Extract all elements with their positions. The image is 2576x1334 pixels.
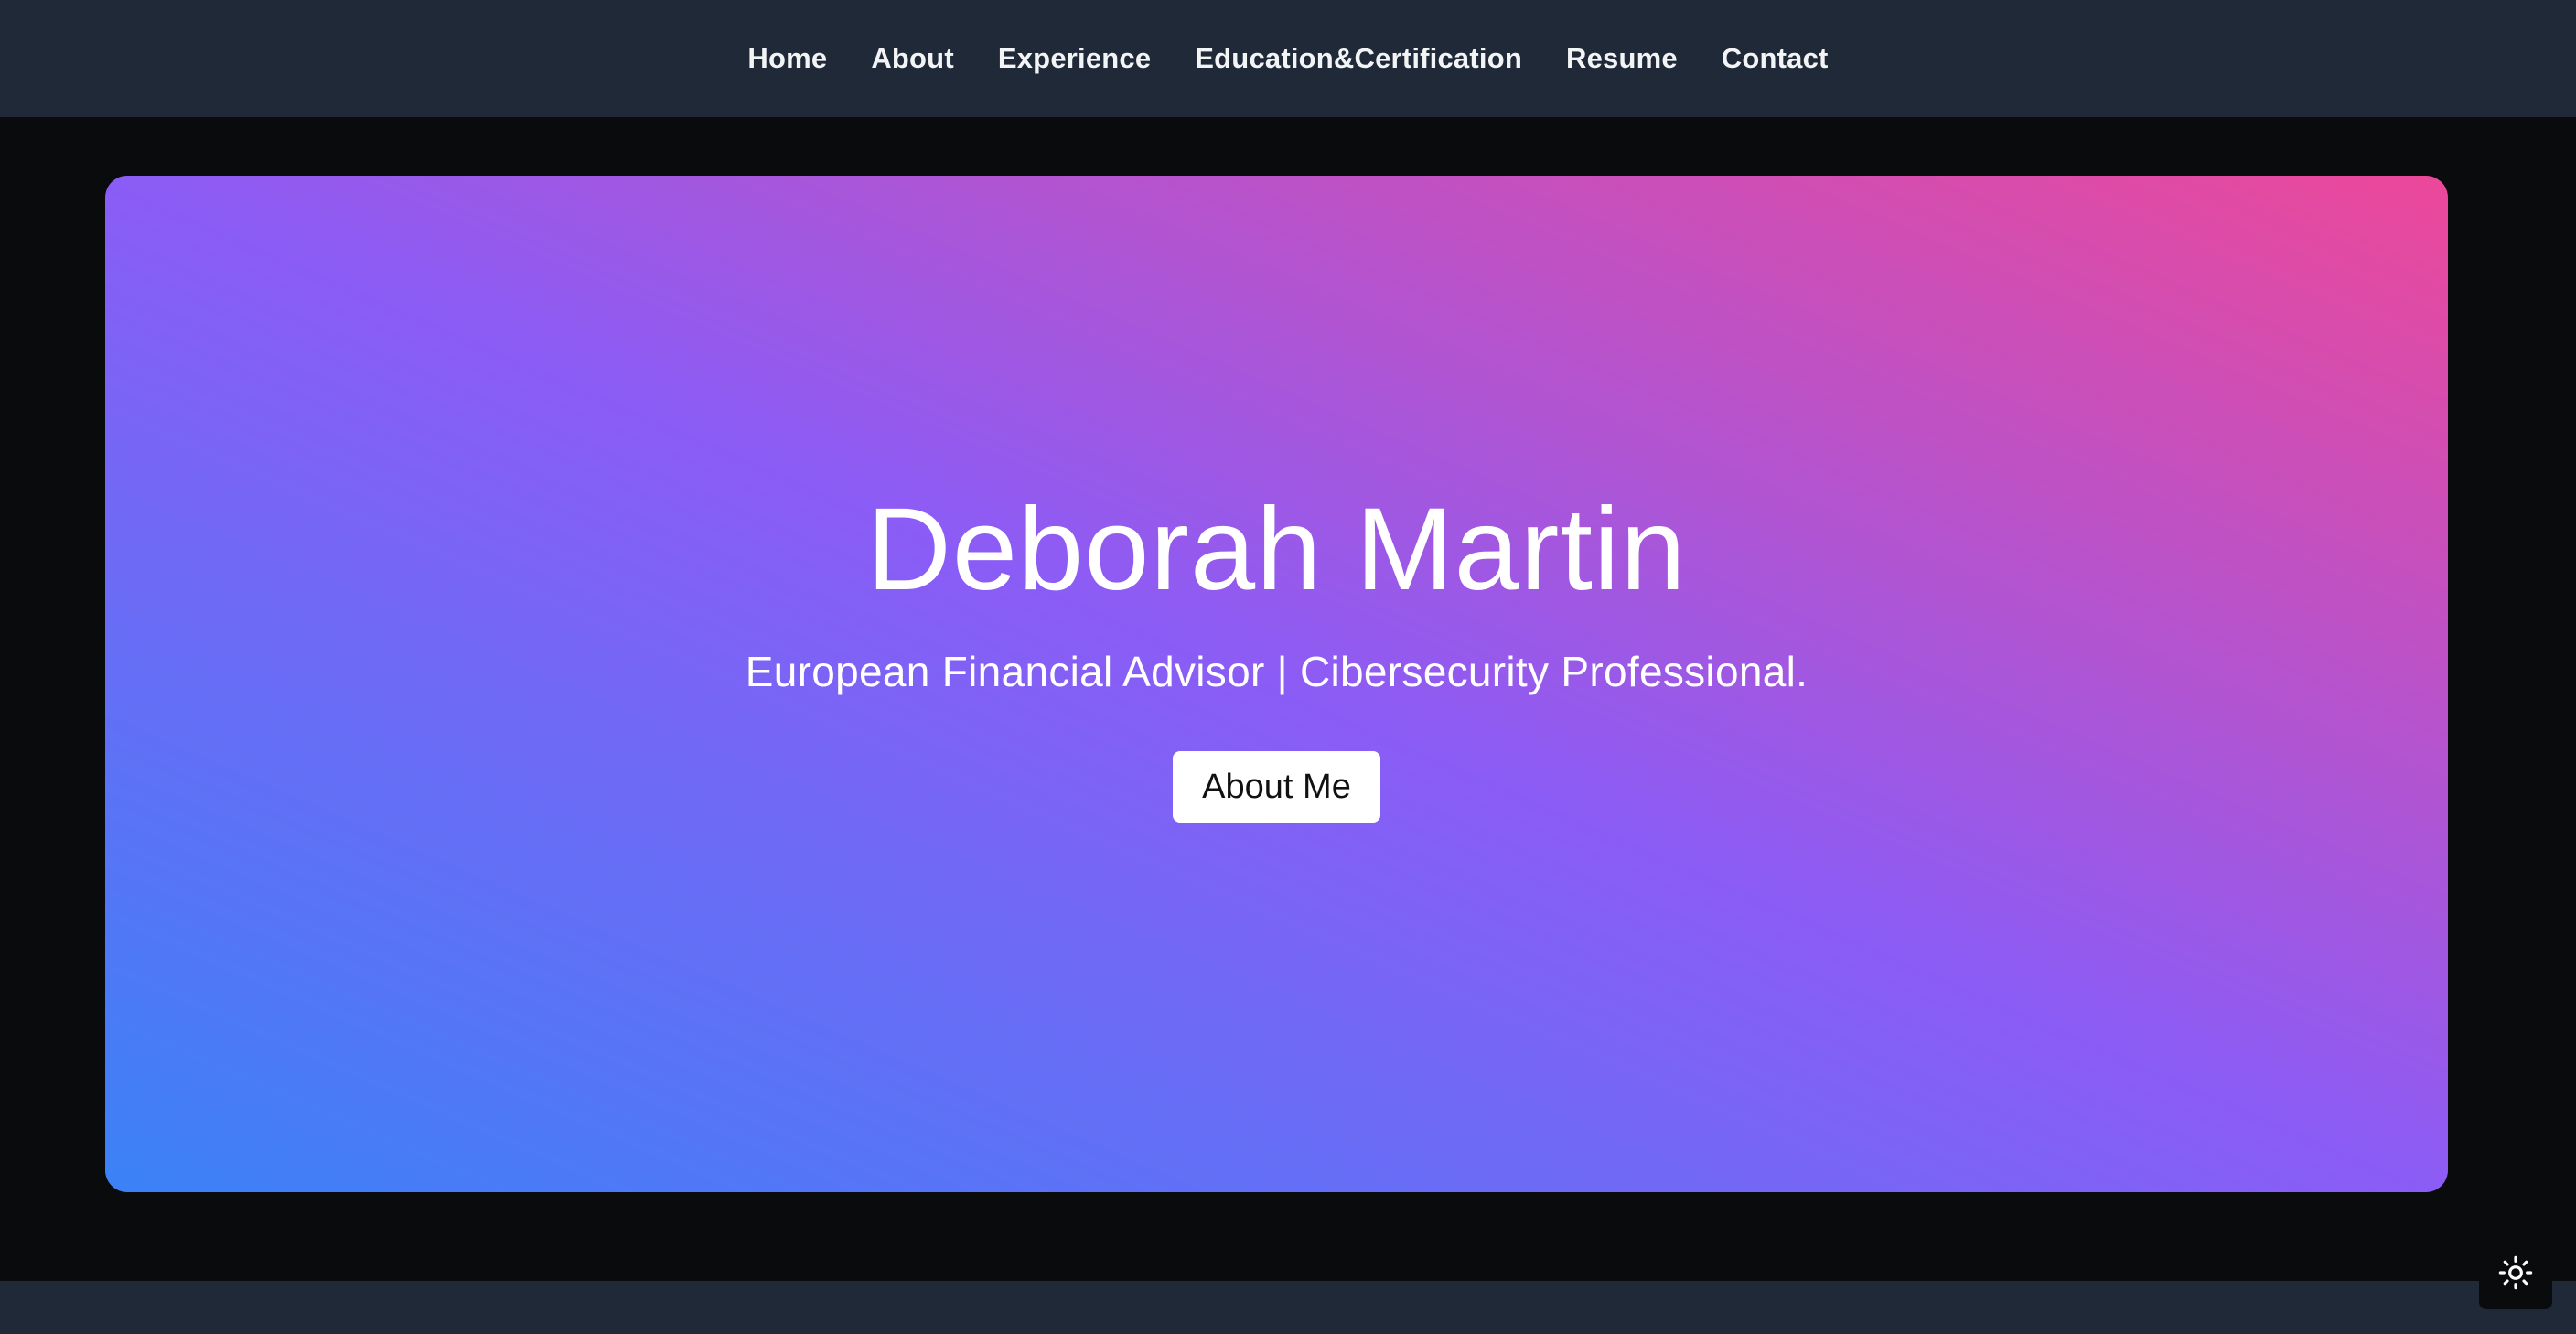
top-navbar: Home About Experience Education&Certific… [0, 0, 2576, 117]
nav-link-contact[interactable]: Contact [1722, 42, 1829, 75]
nav-link-about[interactable]: About [871, 42, 954, 75]
nav-link-education-certification[interactable]: Education&Certification [1195, 42, 1522, 75]
sun-icon [2498, 1255, 2533, 1290]
theme-toggle-button[interactable] [2479, 1236, 2552, 1309]
nav-link-experience[interactable]: Experience [998, 42, 1151, 75]
hero-subtitle: European Financial Advisor | Cibersecuri… [745, 647, 1809, 695]
nav-link-resume[interactable]: Resume [1566, 42, 1678, 75]
hero-banner: Deborah Martin European Financial Adviso… [105, 176, 2448, 1192]
nav-link-home[interactable]: Home [747, 42, 827, 75]
footer-strip [0, 1281, 2576, 1334]
hero-title: Deborah Martin [866, 483, 1687, 615]
about-me-button[interactable]: About Me [1173, 750, 1380, 823]
